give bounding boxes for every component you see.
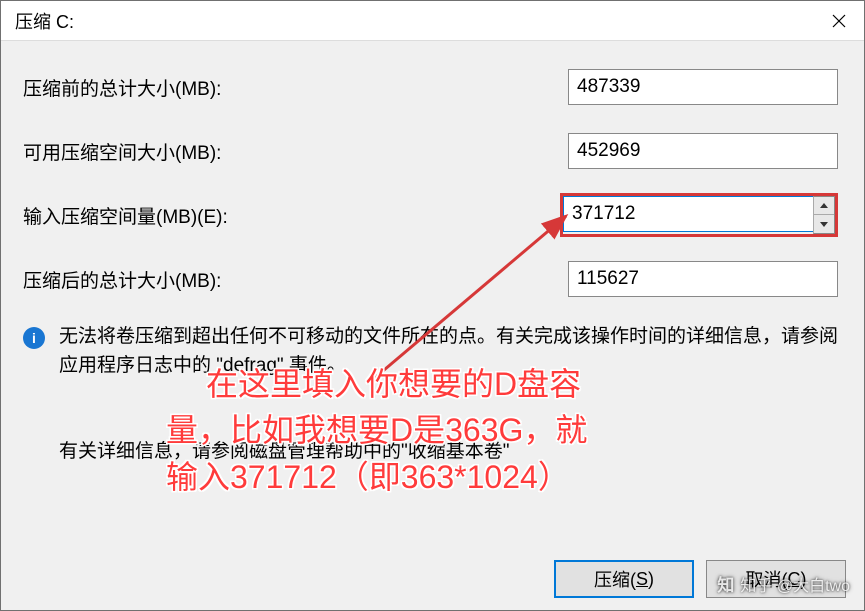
value-available: 452969: [568, 133, 838, 169]
cancel-button[interactable]: 取消(C): [706, 560, 846, 598]
dialog-buttons: 压缩(S) 取消(C): [554, 560, 846, 598]
shrink-button[interactable]: 压缩(S): [554, 560, 694, 598]
shrink-volume-dialog: 压缩 C: 压缩前的总计大小(MB): 487339 可用压缩空间大小(MB):…: [0, 0, 865, 611]
label-shrink-input: 输入压缩空间量(MB)(E):: [23, 202, 560, 229]
label-total-after: 压缩后的总计大小(MB):: [23, 266, 568, 293]
label-total-before: 压缩前的总计大小(MB):: [23, 74, 568, 101]
label-available: 可用压缩空间大小(MB):: [23, 138, 568, 165]
value-total-before: 487339: [568, 69, 838, 105]
spinner-buttons: [813, 196, 835, 234]
value-total-after: 115627: [568, 261, 838, 297]
titlebar: 压缩 C:: [1, 1, 864, 41]
triangle-up-icon: [820, 203, 828, 208]
shrink-spinner: [560, 193, 838, 237]
row-available: 可用压缩空间大小(MB): 452969: [23, 131, 842, 171]
spinner-up-button[interactable]: [814, 197, 834, 215]
close-icon: [832, 14, 846, 28]
row-total-after: 压缩后的总计大小(MB): 115627: [23, 259, 842, 299]
info-block-1: i 无法将卷压缩到超出任何不可移动的文件所在的点。有关完成该操作时间的详细信息，…: [23, 323, 842, 380]
close-button[interactable]: [814, 1, 864, 41]
window-title: 压缩 C:: [15, 8, 74, 34]
info-text-2: 有关详细信息，请参阅磁盘管理帮助中的"收缩基本卷": [59, 436, 842, 463]
spinner-down-button[interactable]: [814, 215, 834, 233]
shrink-amount-input[interactable]: [563, 196, 813, 232]
info-icon: i: [23, 327, 45, 349]
triangle-down-icon: [820, 222, 828, 227]
row-total-before: 压缩前的总计大小(MB): 487339: [23, 67, 842, 107]
row-shrink-input: 输入压缩空间量(MB)(E):: [23, 195, 842, 235]
info-text-1: 无法将卷压缩到超出任何不可移动的文件所在的点。有关完成该操作时间的详细信息，请参…: [59, 323, 842, 380]
dialog-content: 压缩前的总计大小(MB): 487339 可用压缩空间大小(MB): 45296…: [1, 41, 864, 463]
